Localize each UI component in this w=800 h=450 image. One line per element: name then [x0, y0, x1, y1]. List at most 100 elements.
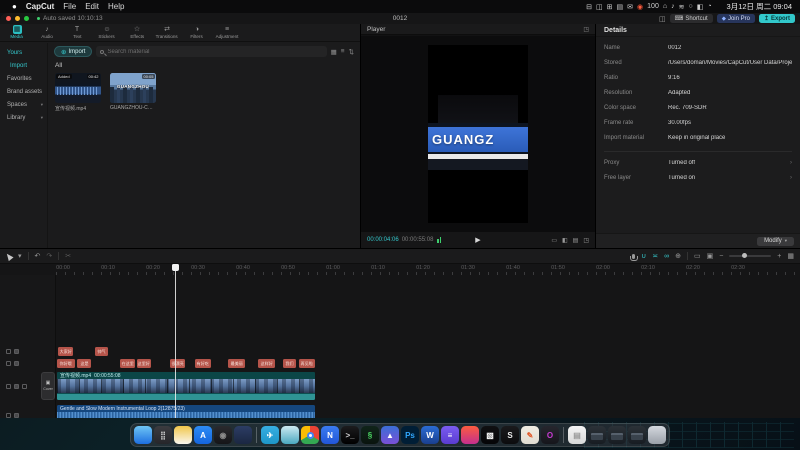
siri-icon[interactable]: ◔	[707, 3, 711, 10]
timeline-ruler[interactable]: 00:0000:1000:2000:3000:4000:5001:0001:10…	[56, 264, 800, 275]
resolution-icon[interactable]: ▤	[573, 237, 579, 244]
text-clip[interactable]: 我们	[283, 359, 296, 368]
fullscreen-icon[interactable]: ◳	[583, 237, 589, 244]
text-clip[interactable]: 大家好	[58, 347, 73, 356]
select-dropdown-icon[interactable]: ▾	[18, 253, 22, 260]
search-input[interactable]	[107, 49, 322, 55]
playhead[interactable]	[175, 264, 176, 418]
dock-app-word-app[interactable]: W	[421, 426, 439, 444]
audio-clip[interactable]: Gentle and Slow Modern Instrumental Loop…	[57, 405, 315, 418]
text-clip[interactable]: 这样好	[258, 359, 275, 368]
tab-transitions[interactable]: ⇄Transitions	[152, 25, 182, 40]
snapping-icon[interactable]: ≍	[652, 253, 658, 260]
dock-app-telegram[interactable]: ✈	[261, 426, 279, 444]
list-view-icon[interactable]: ≡	[341, 48, 345, 56]
dock-app-tasks-app[interactable]: ≡	[441, 426, 459, 444]
magnet-icon[interactable]: ∪	[641, 253, 646, 260]
wifi-icon[interactable]: ≋	[679, 3, 685, 11]
dock-app-photoshop[interactable]: Ps	[401, 426, 419, 444]
tab-media[interactable]: ▦Media	[2, 25, 32, 40]
dock-app-notes[interactable]	[174, 426, 192, 444]
location-icon[interactable]: ⌂	[663, 3, 667, 10]
grid-view-icon[interactable]: ▦	[331, 48, 337, 56]
text-clip[interactable]: 帅气	[95, 347, 108, 356]
tab-text[interactable]: TText	[62, 25, 92, 40]
mask-icon[interactable]: ▭	[694, 253, 701, 260]
import-button[interactable]: ⊕ Import	[54, 46, 92, 57]
player-expand-icon[interactable]: ◳	[583, 26, 589, 33]
dock-app-record-app[interactable]: ◉	[214, 426, 232, 444]
dock-app-app-store[interactable]: A	[194, 426, 212, 444]
apple-menu-icon[interactable]: ●	[12, 2, 17, 11]
canvas-ratio-icon[interactable]: ▭	[551, 237, 557, 244]
zoom-slider-knob[interactable]	[742, 253, 747, 258]
dock-app-ide-app[interactable]: ▲	[381, 426, 399, 444]
details-toggle-row[interactable]: Free layerTurned on›	[596, 170, 800, 185]
dock-app-capcut[interactable]: ▧	[481, 426, 499, 444]
sidebar-item-import[interactable]: Import	[0, 59, 47, 72]
sidebar-item-favorites[interactable]: Favorites	[0, 72, 47, 85]
transform-icon[interactable]: ▣	[707, 253, 714, 260]
split-icon[interactable]: ✂	[65, 253, 71, 260]
sort-icon[interactable]: ⇅	[349, 48, 354, 56]
keyboard-icon[interactable]: ⊟	[586, 3, 592, 11]
zoom-out-icon[interactable]: −	[719, 253, 723, 260]
dock-minimized-window[interactable]	[608, 426, 626, 444]
dock-app-launchpad[interactable]: ⣿	[154, 426, 172, 444]
dock-app-bird-app[interactable]	[281, 426, 299, 444]
search-icon[interactable]: ○	[688, 3, 692, 10]
redo-icon[interactable]: ↷	[46, 253, 52, 260]
stats-icon[interactable]: ▤	[617, 3, 624, 11]
text-clip[interactable]: 最美丽	[228, 359, 245, 368]
mail-icon[interactable]: ✉	[627, 3, 633, 11]
media-item[interactable]: GUANGZHOU00:05GUANGZHOU-CHINA.jpg	[110, 73, 156, 112]
video-preview[interactable]: GUANGZ	[428, 45, 528, 223]
tab-adjustment[interactable]: ≡Adjustment	[212, 25, 242, 40]
tab-effects[interactable]: ☆Effects	[122, 25, 152, 40]
shortcut-button[interactable]: ⌨ Shortcut	[670, 14, 713, 23]
recording-icon[interactable]: ◉	[637, 3, 643, 11]
media-filter-all[interactable]: All	[48, 60, 360, 71]
menu-app-name[interactable]: CapCut	[26, 2, 54, 11]
menu-item-file[interactable]: File	[63, 2, 76, 11]
text-clip[interactable]: 你好哦	[57, 359, 75, 368]
tab-stickers[interactable]: ☺Stickers	[92, 25, 122, 40]
menu-item-edit[interactable]: Edit	[85, 2, 99, 11]
sidebar-item-library[interactable]: Library▾	[0, 111, 47, 124]
zoom-window-button[interactable]	[24, 16, 29, 21]
layout-toggle-icon[interactable]: ◫	[659, 15, 666, 23]
linking-icon[interactable]: ∞	[664, 253, 669, 260]
mirroring-icon[interactable]: ⊞	[607, 3, 613, 11]
menu-clock[interactable]: 3月12日 周二 09:04	[727, 1, 792, 12]
dock-app-pencil-app[interactable]: ✎	[521, 426, 539, 444]
dock-app-journal-app[interactable]	[234, 426, 252, 444]
player-stage[interactable]: GUANGZ	[361, 36, 595, 232]
text-clip[interactable]: 很漂亮	[170, 359, 185, 368]
dock-app-trash[interactable]	[648, 426, 666, 444]
sidebar-item-brand-assets[interactable]: Brand assets	[0, 85, 47, 98]
dock-app-finder[interactable]	[134, 426, 152, 444]
modify-button[interactable]: Modify ▾	[757, 237, 794, 246]
sidebar-item-yours[interactable]: Yours	[0, 46, 47, 59]
dock-app-document-preview[interactable]: ▤	[568, 426, 586, 444]
preview-axis-icon[interactable]: ⊕	[675, 253, 681, 260]
undo-icon[interactable]: ↶	[35, 253, 41, 260]
dock-minimized-window[interactable]	[628, 426, 646, 444]
playhead-handle[interactable]	[172, 264, 179, 271]
export-button[interactable]: ↥ Export	[759, 14, 795, 23]
compare-icon[interactable]: ◧	[562, 237, 568, 244]
minimize-window-button[interactable]	[15, 16, 20, 21]
record-voiceover-icon[interactable]	[632, 254, 635, 259]
dock-app-leaf-app[interactable]: §	[361, 426, 379, 444]
fit-timeline-icon[interactable]: ▦	[787, 253, 794, 260]
dock-app-chrome[interactable]	[301, 426, 319, 444]
select-tool-icon[interactable]	[4, 251, 13, 260]
dock-minimized-window[interactable]	[588, 426, 606, 444]
dock-app-notion-calendar[interactable]: N	[321, 426, 339, 444]
dock-app-music-app[interactable]	[461, 426, 479, 444]
play-button[interactable]: ▶	[475, 236, 480, 244]
text-clip[interactable]: 这里好	[137, 359, 151, 368]
tab-audio[interactable]: ♪Audio	[32, 25, 62, 40]
close-window-button[interactable]	[6, 16, 11, 21]
control-center-icon[interactable]: ◧	[697, 3, 704, 11]
